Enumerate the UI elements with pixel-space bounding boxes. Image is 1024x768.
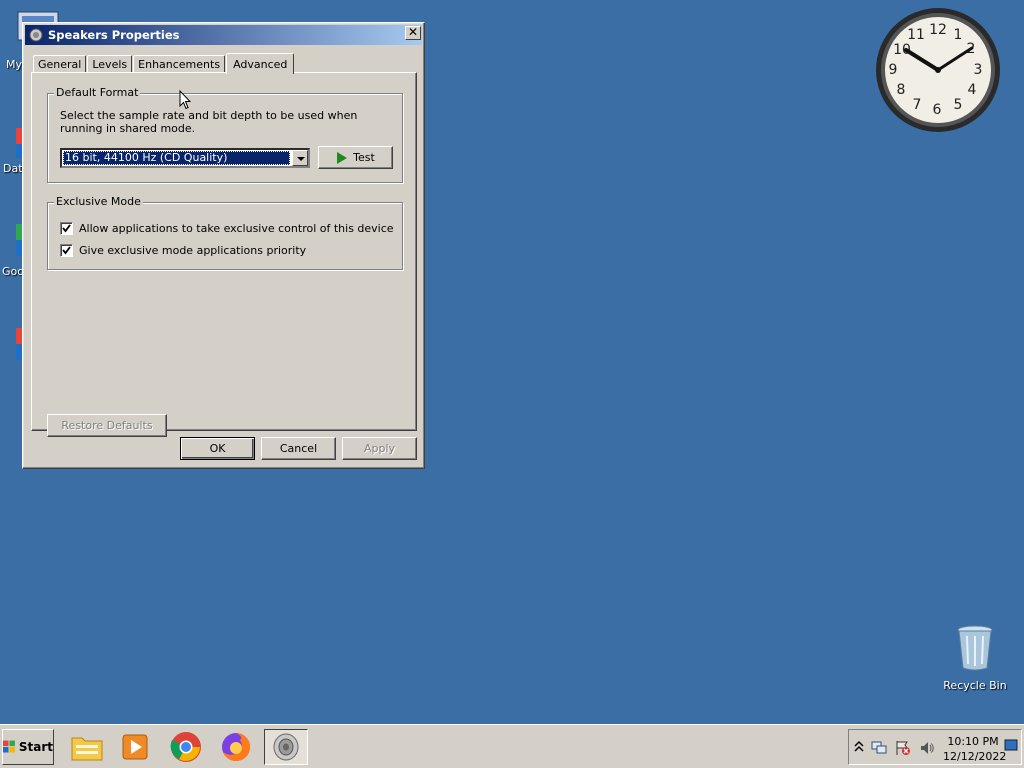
desktop-icon-label: Goo <box>2 265 24 278</box>
tray-time: 10:10 PM <box>947 735 999 748</box>
clock-gadget[interactable]: 12 1 2 3 4 5 6 7 8 9 10 11 <box>874 6 1002 134</box>
network-icon[interactable] <box>871 740 887 756</box>
default-format-description: Select the sample rate and bit depth to … <box>60 109 358 135</box>
recycle-bin-label: Recycle Bin <box>943 679 1007 692</box>
system-tray: 10:10 PM 12/12/2022 <box>848 729 1022 765</box>
close-icon: ✕ <box>407 25 419 39</box>
start-label: Start <box>18 740 53 754</box>
window-title: Speakers Properties <box>48 28 180 42</box>
apply-button[interactable]: Apply <box>342 437 417 460</box>
checkmark-icon <box>62 246 71 255</box>
chevron-down-icon[interactable] <box>292 150 308 166</box>
restore-defaults-button[interactable]: Restore Defaults <box>47 414 167 437</box>
clock-numeral: 3 <box>974 62 983 78</box>
analog-clock-icon: 12 1 2 3 4 5 6 7 8 9 10 11 <box>876 8 1000 132</box>
taskbar-file-explorer[interactable] <box>65 729 109 765</box>
exclusive-mode-legend: Exclusive Mode <box>54 195 143 208</box>
tab-levels[interactable]: Levels <box>87 55 133 73</box>
clock-numeral: 9 <box>889 62 898 78</box>
desktop-icon-recycle-bin[interactable]: Recycle Bin <box>942 624 1008 692</box>
clock-numeral: 7 <box>913 97 922 113</box>
media-player-icon <box>122 734 148 760</box>
sample-rate-selected: 16 bit, 44100 Hz (CD Quality) <box>63 151 290 165</box>
allow-exclusive-control-checkbox[interactable] <box>60 222 73 235</box>
exclusive-priority-label: Give exclusive mode applications priorit… <box>79 244 307 257</box>
start-button[interactable]: Start <box>2 729 54 765</box>
recycle-bin-icon <box>957 625 993 671</box>
play-icon <box>337 151 348 164</box>
allow-exclusive-control-label: Allow applications to take exclusive con… <box>79 222 394 235</box>
ok-button[interactable]: OK <box>180 437 255 460</box>
speakers-properties-window: Speakers Properties ✕ General Levels Enh… <box>22 22 425 469</box>
sample-rate-dropdown[interactable]: 16 bit, 44100 Hz (CD Quality) <box>60 148 310 168</box>
clock-numeral: 11 <box>907 27 925 43</box>
clock-numeral: 5 <box>954 97 963 113</box>
clock-numeral: 1 <box>954 27 963 43</box>
chrome-icon <box>170 732 201 762</box>
tab-strip: General Levels Enhancements Advanced <box>33 52 295 74</box>
taskbar-media-player[interactable] <box>113 729 157 765</box>
taskbar-firefox[interactable] <box>214 729 258 765</box>
taskbar-speakers-properties[interactable] <box>264 729 308 765</box>
tray-date: 12/12/2022 <box>943 750 1007 763</box>
show-desktop-icon[interactable] <box>1004 738 1018 754</box>
advanced-tab-panel: Default Format Select the sample rate an… <box>31 72 417 437</box>
tray-clock[interactable]: 10:10 PM 12/12/2022 <box>943 734 1007 764</box>
checkmark-icon <box>62 224 71 233</box>
title-bar[interactable]: Speakers Properties <box>25 25 422 45</box>
taskbar-chrome[interactable] <box>164 729 208 765</box>
action-center-flag-icon[interactable] <box>895 740 911 756</box>
desktop-icon-label: Dat <box>3 162 23 175</box>
clock-numeral: 12 <box>929 22 947 38</box>
tab-advanced[interactable]: Advanced <box>226 53 295 74</box>
volume-icon[interactable] <box>919 740 935 756</box>
windows-logo-icon <box>3 740 15 753</box>
exclusive-priority-checkbox[interactable] <box>60 244 73 257</box>
tab-general[interactable]: General <box>33 55 87 73</box>
default-format-legend: Default Format <box>54 86 141 99</box>
speaker-icon <box>273 733 299 761</box>
taskbar: Start 10:10 PM 12/12/2022 <box>0 724 1024 768</box>
firefox-icon <box>222 732 251 761</box>
exclusive-priority-option[interactable]: Give exclusive mode applications priorit… <box>60 244 306 257</box>
exclusive-mode-group: Exclusive Mode Allow applications to tak… <box>47 195 403 270</box>
file-explorer-icon <box>71 737 103 761</box>
cancel-button[interactable]: Cancel <box>261 437 336 460</box>
close-button[interactable]: ✕ <box>405 26 421 40</box>
mouse-cursor-icon <box>179 90 191 110</box>
test-button[interactable]: Test <box>318 146 393 169</box>
clock-numeral: 6 <box>933 102 942 118</box>
test-button-label: Test <box>353 151 375 164</box>
tab-enhancements[interactable]: Enhancements <box>133 55 226 73</box>
speaker-window-icon <box>29 28 43 42</box>
clock-numeral: 8 <box>897 82 906 98</box>
show-hidden-icons-icon[interactable] <box>854 740 864 754</box>
allow-exclusive-control-option[interactable]: Allow applications to take exclusive con… <box>60 222 394 235</box>
desktop-icon-label: My <box>6 58 23 71</box>
default-format-group: Default Format Select the sample rate an… <box>47 86 403 183</box>
clock-numeral: 4 <box>968 82 977 98</box>
